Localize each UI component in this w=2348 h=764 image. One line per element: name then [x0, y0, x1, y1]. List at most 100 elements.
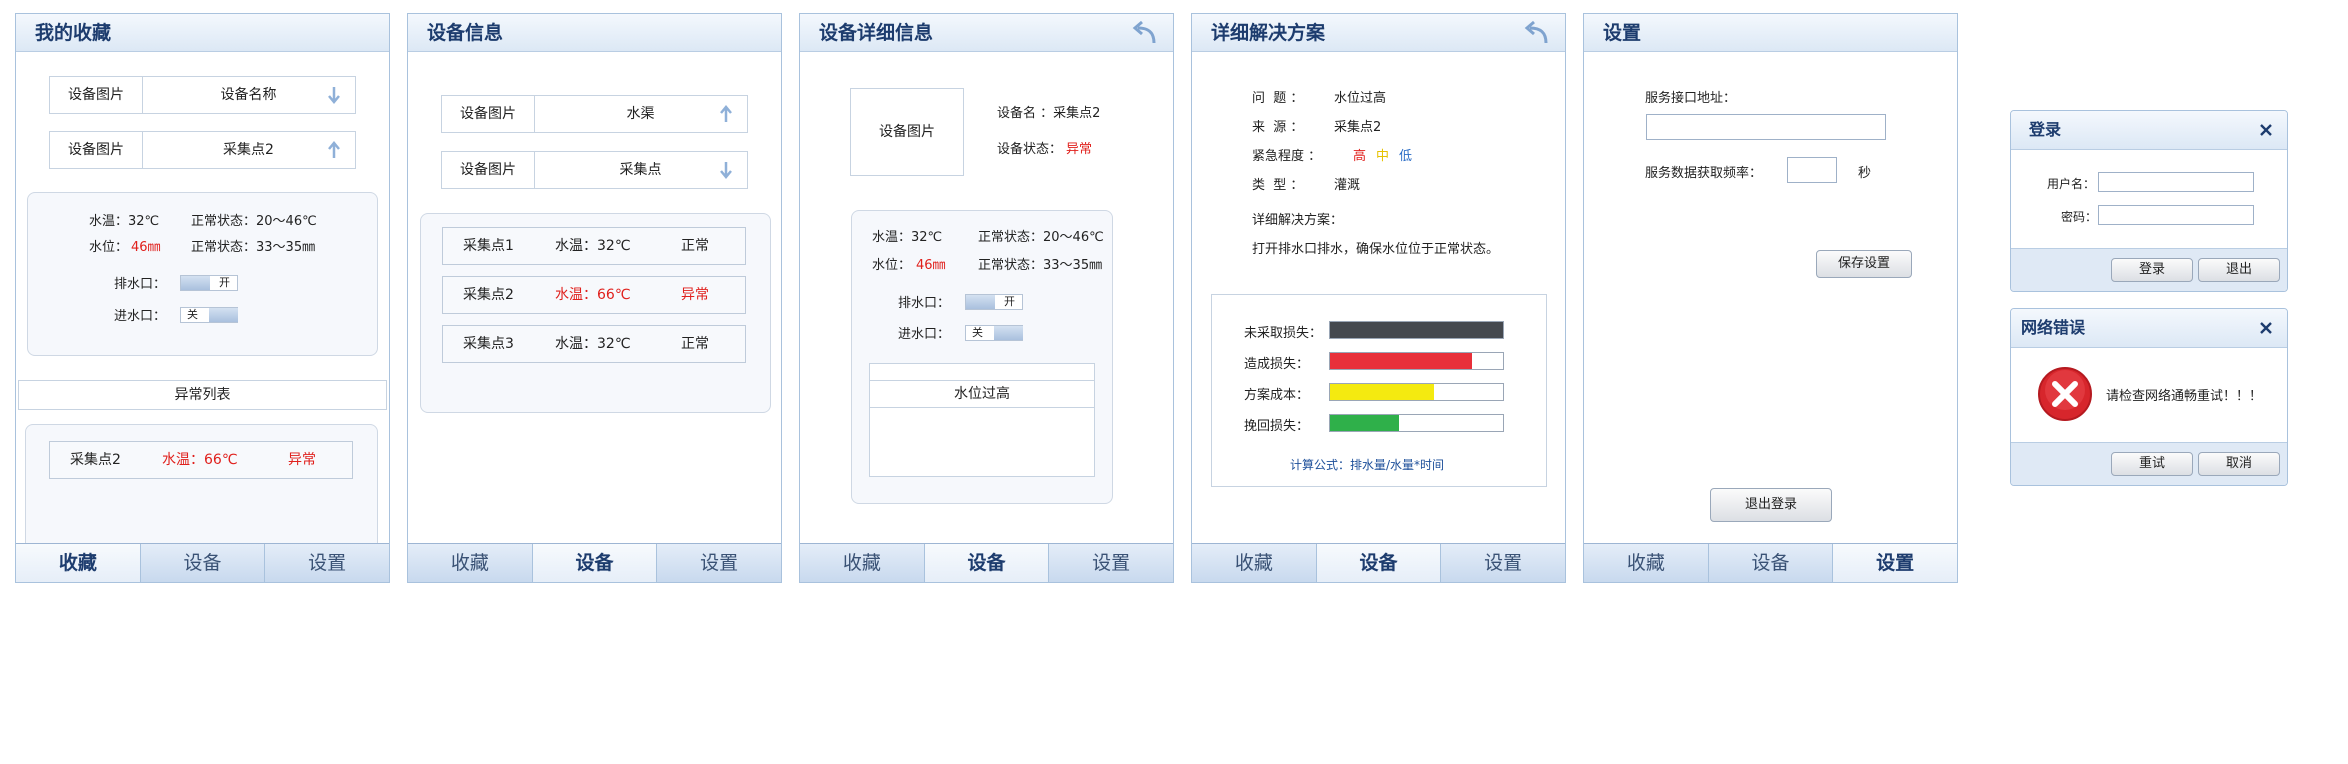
tab-devices[interactable]: 设备 — [1316, 544, 1442, 582]
error-dialog: 网络错误 请检查网络通畅重试！！！ 重试 取消 — [2010, 308, 2288, 486]
toggle-knob — [181, 276, 210, 290]
tab-favorites[interactable]: 收藏 — [800, 544, 925, 582]
device-image-label: 设备图片 — [442, 152, 535, 188]
water-level-value: 46㎜ — [916, 258, 946, 273]
page-title: 详细解决方案 — [1211, 22, 1326, 44]
loss-chart-box: 未采取损失： 造成损失： 方案成本： 挽回损失： 计算公式：排水量/水量*时间 — [1211, 294, 1547, 487]
inlet-label: 进水口： — [898, 327, 951, 342]
level-normal-range: 正常状态：33～35㎜ — [978, 258, 1103, 273]
point-name: 采集点3 — [463, 336, 514, 352]
loss-bar — [1329, 352, 1504, 370]
loss-bar-fill — [1330, 384, 1434, 400]
panel-header: 设备详细信息 — [800, 14, 1173, 52]
outlet-label: 排水口： — [114, 277, 167, 292]
point-row[interactable]: 采集点1 水温：32℃ 正常 — [442, 227, 746, 265]
level-normal-range: 正常状态：33～35㎜ — [191, 240, 316, 255]
problem-label: 问 题 ： — [1252, 91, 1304, 106]
dialog-title: 网络错误 — [2021, 318, 2086, 337]
inlet-toggle[interactable]: 关 — [180, 307, 238, 323]
outlet-toggle[interactable]: 开 — [180, 275, 238, 291]
device-row[interactable]: 设备图片 水渠 — [441, 95, 748, 133]
page-title: 设备详细信息 — [819, 22, 934, 44]
arrow-down-icon[interactable] — [327, 85, 341, 105]
close-icon[interactable] — [2259, 321, 2273, 335]
bottom-tab-bar: 收藏 设备 设置 — [408, 543, 781, 582]
device-image: 设备图片 — [850, 88, 964, 176]
water-level-label: 水位： — [872, 258, 912, 273]
logout-button[interactable]: 退出登录 — [1710, 488, 1832, 522]
page-title: 我的收藏 — [35, 22, 112, 44]
point-name: 采集点2 — [70, 452, 121, 468]
toggle-knob — [994, 326, 1023, 340]
solution-panel: 详细解决方案 问 题 ： 水位过高 来 源 ： 采集点2 紧急程度 ： 高 中 … — [1191, 13, 1566, 583]
exit-button[interactable]: 退出 — [2198, 258, 2280, 282]
password-input[interactable] — [2098, 205, 2254, 225]
tab-settings[interactable]: 设置 — [1049, 544, 1173, 582]
point-name: 采集点2 — [463, 287, 514, 303]
tab-devices[interactable]: 设备 — [532, 544, 658, 582]
urgency-low: 低 — [1399, 149, 1413, 164]
bottom-tab-bar: 收藏 设备 设置 — [16, 543, 389, 582]
favorites-panel: 我的收藏 设备图片 设备名称 设备图片 采集点2 水温：32℃ 正常状态：20～… — [15, 13, 390, 583]
dialog-footer: 重试 取消 — [2011, 442, 2287, 485]
urgency-medium: 中 — [1376, 149, 1390, 164]
page-title: 设置 — [1603, 22, 1642, 44]
bottom-tab-bar: 收藏 设备 设置 — [800, 543, 1173, 582]
device-image-label: 设备图片 — [50, 77, 143, 113]
tab-settings[interactable]: 设置 — [657, 544, 781, 582]
point-temp: 水温：32℃ — [555, 336, 631, 352]
plan-text: 打开排水口排水，确保水位位于正常状态。 — [1252, 242, 1500, 257]
panel-header: 设置 — [1584, 14, 1957, 52]
save-settings-button[interactable]: 保存设置 — [1816, 250, 1912, 278]
page-title: 设备信息 — [427, 22, 504, 44]
favorite-row[interactable]: 设备图片 设备名称 — [49, 76, 356, 114]
device-name: 水渠 — [626, 106, 655, 122]
tab-settings[interactable]: 设置 — [1833, 544, 1958, 582]
bottom-tab-bar: 收藏 设备 设置 — [1584, 543, 1958, 582]
tab-settings[interactable]: 设置 — [1441, 544, 1565, 582]
bottom-tab-bar: 收藏 设备 设置 — [1192, 543, 1565, 582]
tab-devices[interactable]: 设备 — [1709, 544, 1834, 582]
username-label: 用户名： — [2047, 177, 2096, 191]
status-box: 水温：32℃ 正常状态：20～46℃ 水位： 46㎜ 正常状态：33～35㎜ 排… — [27, 192, 378, 356]
close-icon[interactable] — [2259, 123, 2273, 137]
loss-bar-fill — [1330, 353, 1472, 369]
water-temp: 水温：32℃ — [89, 214, 160, 229]
point-row[interactable]: 采集点2 水温：66℃ 异常 — [442, 276, 746, 314]
point-state: 异常 — [288, 452, 316, 468]
settings-panel: 设置 服务接口地址： 服务数据获取频率： 秒 保存设置 退出登录 收藏 设备 设… — [1583, 13, 1958, 583]
tab-settings[interactable]: 设置 — [265, 544, 389, 582]
back-icon[interactable] — [1129, 19, 1159, 47]
device-status-label: 设备状态： — [997, 142, 1063, 157]
urgency-high: 高 — [1353, 149, 1367, 164]
tab-favorites[interactable]: 收藏 — [16, 544, 141, 582]
username-input[interactable] — [2098, 172, 2254, 192]
arrow-up-icon[interactable] — [327, 140, 341, 160]
inlet-toggle[interactable]: 关 — [965, 325, 1023, 341]
water-level-label: 水位： — [89, 240, 129, 255]
device-image-label: 设备图片 — [50, 132, 143, 168]
tab-favorites[interactable]: 收藏 — [1584, 544, 1709, 582]
login-button[interactable]: 登录 — [2111, 258, 2193, 282]
point-row[interactable]: 采集点3 水温：32℃ 正常 — [442, 325, 746, 363]
frequency-input[interactable] — [1787, 157, 1837, 183]
point-state: 正常 — [681, 336, 709, 352]
status-box: 水温：32℃ 正常状态：20～46℃ 水位： 46㎜ 正常状态：33～35㎜ 排… — [851, 210, 1113, 504]
back-icon[interactable] — [1521, 19, 1551, 47]
problem-value: 水位过高 — [1334, 91, 1387, 106]
tab-devices[interactable]: 设备 — [924, 544, 1050, 582]
retry-button[interactable]: 重试 — [2111, 452, 2193, 476]
alert-item[interactable]: 水位过高 — [870, 380, 1094, 408]
arrow-up-icon[interactable] — [719, 104, 733, 124]
outlet-toggle[interactable]: 开 — [965, 294, 1023, 310]
service-address-input[interactable] — [1646, 114, 1886, 140]
tab-favorites[interactable]: 收藏 — [408, 544, 533, 582]
abnormal-row[interactable]: 采集点2 水温：66℃ 异常 — [49, 441, 353, 479]
favorite-row[interactable]: 设备图片 采集点2 — [49, 131, 356, 169]
panel-header: 我的收藏 — [16, 14, 389, 52]
arrow-down-icon[interactable] — [719, 160, 733, 180]
device-row[interactable]: 设备图片 采集点 — [441, 151, 748, 189]
tab-devices[interactable]: 设备 — [141, 544, 266, 582]
cancel-button[interactable]: 取消 — [2198, 452, 2280, 476]
tab-favorites[interactable]: 收藏 — [1192, 544, 1317, 582]
